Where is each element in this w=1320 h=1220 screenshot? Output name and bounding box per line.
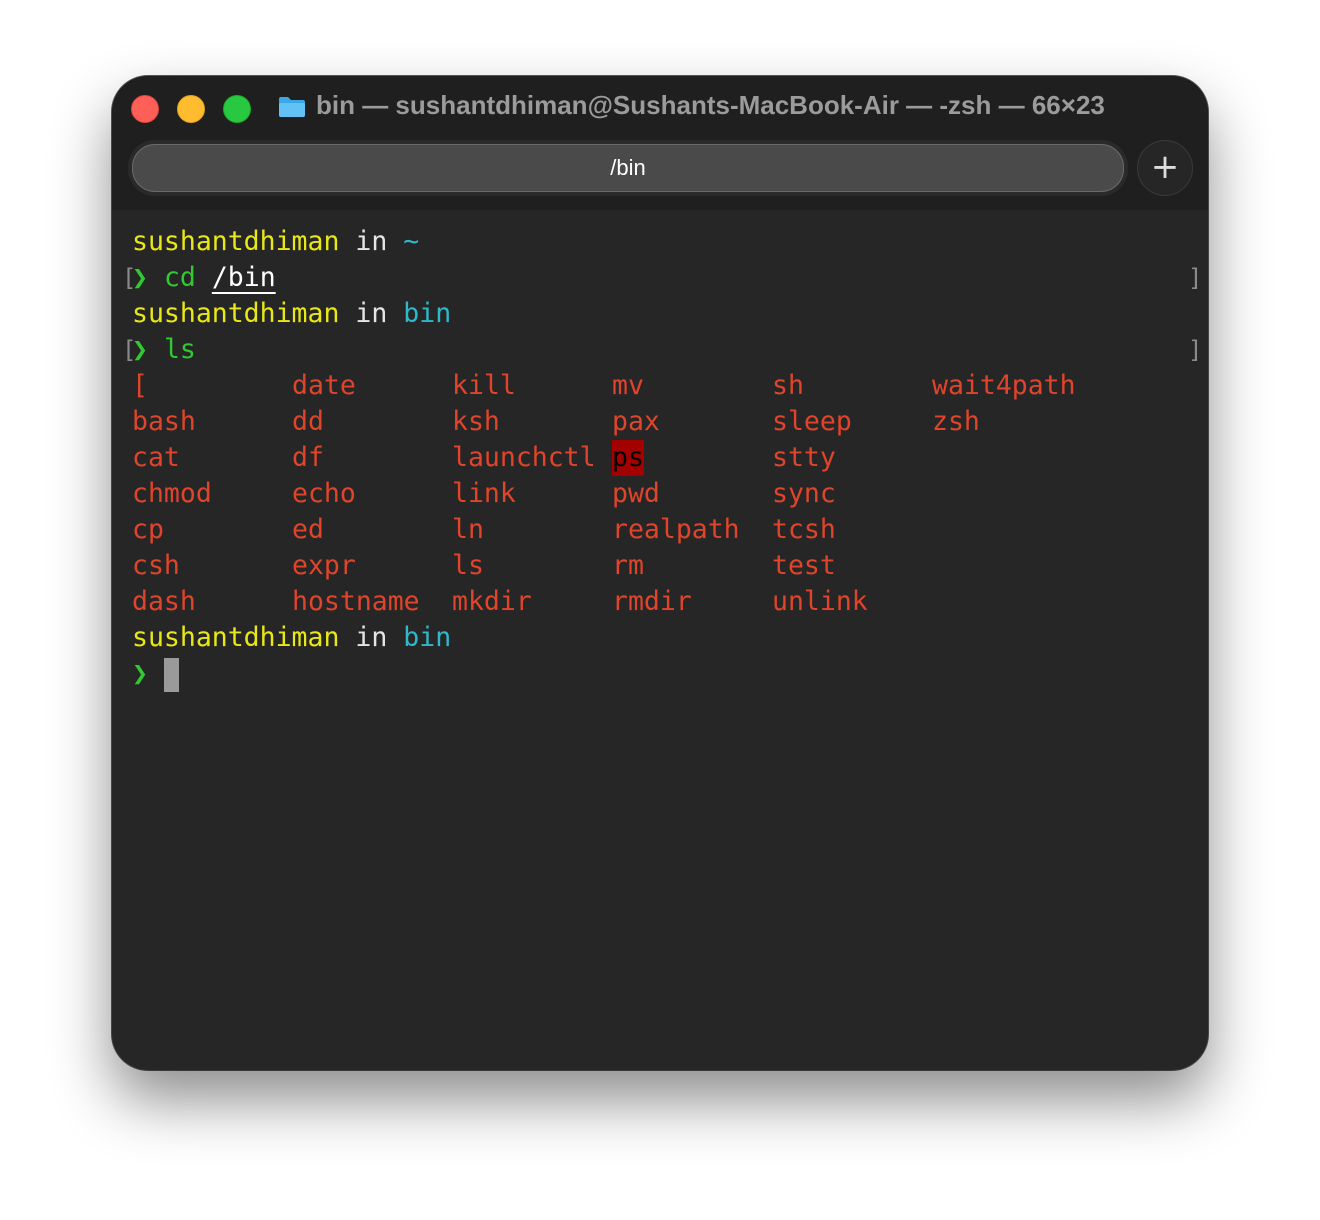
close-button[interactable] — [131, 95, 159, 123]
ls-entry: expr — [292, 550, 356, 581]
terminal-output[interactable]: sushantdhiman in ~ ❯ cd /bin [ ] sushant… — [112, 210, 1208, 1070]
prompt-dir: bin — [403, 622, 452, 653]
ls-entry: mv — [612, 370, 644, 401]
ls-entry: csh — [132, 550, 180, 581]
ls-entry: sleep — [772, 406, 852, 437]
ls-entry: [ — [132, 370, 148, 401]
ls-entry: dash — [132, 586, 196, 617]
ls-entry: cp — [132, 514, 164, 545]
ls-entry: rm — [612, 550, 644, 581]
ls-entry: bash — [132, 406, 196, 437]
command: cd — [163, 262, 196, 293]
prompt-dir: bin — [403, 298, 452, 329]
ls-entry: launchctl — [452, 442, 596, 473]
ls-entry: link — [452, 478, 516, 509]
ls-entry: unlink — [772, 586, 868, 617]
prompt-line: sushantdhiman in bin — [132, 620, 451, 656]
command-line: ❯ cd /bin — [132, 260, 276, 296]
prompt-line: sushantdhiman in bin — [132, 296, 451, 332]
prompt-in: in — [355, 298, 388, 329]
ls-entry: test — [772, 550, 836, 581]
ls-entry: realpath — [612, 514, 740, 545]
ls-entry: df — [292, 442, 324, 473]
folder-icon — [279, 97, 305, 117]
prompt-line: sushantdhiman in ~ — [132, 224, 419, 260]
ls-entry: ksh — [452, 406, 500, 437]
ls-entry: stty — [772, 442, 836, 473]
command: ls — [163, 334, 196, 365]
prompt-user: sushantdhiman — [132, 298, 340, 329]
ls-entry: ls — [452, 550, 484, 581]
ls-entry: sh — [772, 370, 804, 401]
prompt-user: sushantdhiman — [132, 226, 340, 257]
ls-entry: cat — [132, 442, 180, 473]
ls-entry: rmdir — [612, 586, 692, 617]
mark-open: [ — [122, 336, 137, 364]
mark-close: ] — [1188, 264, 1203, 292]
prompt-in: in — [355, 622, 388, 653]
ls-entry: pwd — [612, 478, 660, 509]
ls-entry: mkdir — [452, 586, 532, 617]
ls-entry: zsh — [932, 406, 980, 437]
zoom-button[interactable] — [223, 95, 251, 123]
ls-entry: dd — [292, 406, 324, 437]
mark-open: [ — [122, 264, 137, 292]
ls-entry: wait4path — [932, 370, 1076, 401]
ls-entry: kill — [452, 370, 516, 401]
minimize-button[interactable] — [177, 95, 205, 123]
ls-entry: ed — [292, 514, 324, 545]
prompt-in: in — [355, 226, 388, 257]
window-title: bin — sushantdhiman@Sushants-MacBook-Air… — [316, 90, 1105, 120]
ls-entry: chmod — [132, 478, 212, 509]
mark-close: ] — [1188, 336, 1203, 364]
ls-entry: ln — [452, 514, 484, 545]
ls-entry: pax — [612, 406, 660, 437]
terminal-window: bin — sushantdhiman@Sushants-MacBook-Air… — [112, 76, 1208, 1070]
title-bar: bin — sushantdhiman@Sushants-MacBook-Air… — [112, 76, 1208, 210]
ls-entry: date — [292, 370, 356, 401]
new-tab-button[interactable]: + — [1137, 140, 1193, 196]
ls-entry: sync — [772, 478, 836, 509]
prompt-user: sushantdhiman — [132, 622, 340, 653]
cursor — [163, 657, 179, 692]
ls-entry: ps — [612, 440, 644, 476]
prompt-dir: ~ — [403, 226, 420, 257]
ls-entry: hostname — [292, 586, 420, 617]
prompt-arrow-icon: ❯ — [132, 658, 148, 689]
tab-bin[interactable]: /bin — [132, 144, 1124, 192]
command-line: ❯ ls — [132, 332, 196, 368]
ls-entry: echo — [292, 478, 356, 509]
command-line[interactable]: ❯ — [132, 656, 179, 692]
command-arg: /bin — [211, 262, 276, 293]
ls-entry: tcsh — [772, 514, 836, 545]
